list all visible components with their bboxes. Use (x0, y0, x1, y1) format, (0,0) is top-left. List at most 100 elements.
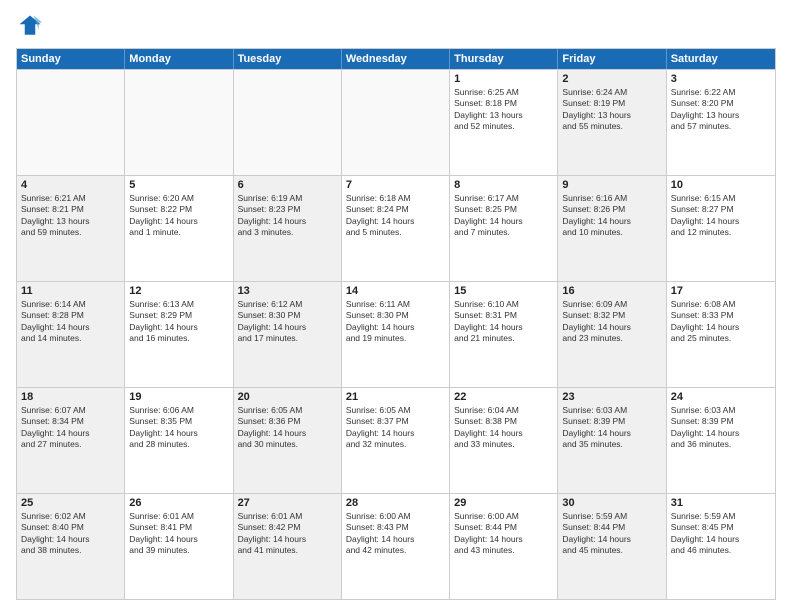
day-number: 9 (562, 179, 661, 191)
day-of-week-header: Friday (558, 49, 666, 69)
day-detail: Sunrise: 6:04 AM Sunset: 8:38 PM Dayligh… (454, 405, 553, 451)
day-number: 8 (454, 179, 553, 191)
day-detail: Sunrise: 6:15 AM Sunset: 8:27 PM Dayligh… (671, 193, 771, 239)
day-cell: 27Sunrise: 6:01 AM Sunset: 8:42 PM Dayli… (234, 494, 342, 599)
day-detail: Sunrise: 6:14 AM Sunset: 8:28 PM Dayligh… (21, 299, 120, 345)
day-detail: Sunrise: 6:09 AM Sunset: 8:32 PM Dayligh… (562, 299, 661, 345)
day-cell: 19 Sunrise: 6:06 AM Sunset: 8:35 PM Dayli… (125, 388, 233, 493)
day-cell: 14 Sunrise: 6:11 AM Sunset: 8:30 PM Dayli… (342, 282, 450, 387)
day-number: 29 (454, 497, 553, 509)
logo (16, 12, 46, 40)
day-detail: Sunrise: 6:25 AM Sunset: 8:18 PM Dayligh… (454, 87, 553, 133)
day-of-week-header: Saturday (667, 49, 775, 69)
day-detail: Sunrise: 6:00 AM Sunset: 8:43 PM Dayligh… (346, 511, 445, 557)
day-detail: Sunrise: 6:19 AM Sunset: 8:23 PM Dayligh… (238, 193, 337, 239)
day-number: 26 (129, 497, 228, 509)
day-cell: 24Sunrise: 6:03 AM Sunset: 8:39 PM Dayli… (667, 388, 775, 493)
day-detail: Sunrise: 6:03 AM Sunset: 8:39 PM Dayligh… (671, 405, 771, 451)
day-detail: Sunrise: 6:21 AM Sunset: 8:21 PM Dayligh… (21, 193, 120, 239)
calendar-row: 1 Sunrise: 6:25 AM Sunset: 8:18 PM Daylig… (17, 69, 775, 175)
day-detail: Sunrise: 6:10 AM Sunset: 8:31 PM Dayligh… (454, 299, 553, 345)
day-cell: 22 Sunrise: 6:04 AM Sunset: 8:38 PM Dayli… (450, 388, 558, 493)
day-cell: 11 Sunrise: 6:14 AM Sunset: 8:28 PM Dayli… (17, 282, 125, 387)
day-cell: 2 Sunrise: 6:24 AM Sunset: 8:19 PM Daylig… (558, 70, 666, 175)
logo-icon (16, 12, 44, 40)
day-number: 23 (562, 391, 661, 403)
day-detail: Sunrise: 6:01 AM Sunset: 8:41 PM Dayligh… (129, 511, 228, 557)
day-cell: 9 Sunrise: 6:16 AM Sunset: 8:26 PM Daylig… (558, 176, 666, 281)
day-cell: 18Sunrise: 6:07 AM Sunset: 8:34 PM Dayli… (17, 388, 125, 493)
calendar-header: SundayMondayTuesdayWednesdayThursdayFrid… (17, 49, 775, 69)
day-detail: Sunrise: 6:20 AM Sunset: 8:22 PM Dayligh… (129, 193, 228, 239)
day-number: 31 (671, 497, 771, 509)
day-cell: 5 Sunrise: 6:20 AM Sunset: 8:22 PM Daylig… (125, 176, 233, 281)
day-number: 30 (562, 497, 661, 509)
page: SundayMondayTuesdayWednesdayThursdayFrid… (0, 0, 792, 612)
day-detail: Sunrise: 6:08 AM Sunset: 8:33 PM Dayligh… (671, 299, 771, 345)
day-of-week-header: Wednesday (342, 49, 450, 69)
day-detail: Sunrise: 6:16 AM Sunset: 8:26 PM Dayligh… (562, 193, 661, 239)
day-cell: 20 Sunrise: 6:05 AM Sunset: 8:36 PM Dayli… (234, 388, 342, 493)
day-of-week-header: Thursday (450, 49, 558, 69)
day-number: 7 (346, 179, 445, 191)
day-of-week-header: Sunday (17, 49, 125, 69)
day-detail: Sunrise: 6:01 AM Sunset: 8:42 PM Dayligh… (238, 511, 337, 557)
day-cell: 31 Sunrise: 5:59 AM Sunset: 8:45 PM Dayli… (667, 494, 775, 599)
day-number: 12 (129, 285, 228, 297)
day-detail: Sunrise: 6:05 AM Sunset: 8:36 PM Dayligh… (238, 405, 337, 451)
calendar-row: 25 Sunrise: 6:02 AM Sunset: 8:40 PM Dayli… (17, 493, 775, 599)
day-cell: 28Sunrise: 6:00 AM Sunset: 8:43 PM Dayli… (342, 494, 450, 599)
day-detail: Sunrise: 6:06 AM Sunset: 8:35 PM Dayligh… (129, 405, 228, 451)
day-number: 6 (238, 179, 337, 191)
day-number: 1 (454, 73, 553, 85)
day-cell: 10 Sunrise: 6:15 AM Sunset: 8:27 PM Dayli… (667, 176, 775, 281)
empty-cell (342, 70, 450, 175)
day-cell: 23 Sunrise: 6:03 AM Sunset: 8:39 PM Dayli… (558, 388, 666, 493)
day-number: 14 (346, 285, 445, 297)
day-number: 5 (129, 179, 228, 191)
day-number: 25 (21, 497, 120, 509)
day-cell: 1 Sunrise: 6:25 AM Sunset: 8:18 PM Daylig… (450, 70, 558, 175)
day-detail: Sunrise: 6:02 AM Sunset: 8:40 PM Dayligh… (21, 511, 120, 557)
day-detail: Sunrise: 5:59 AM Sunset: 8:44 PM Dayligh… (562, 511, 661, 557)
empty-cell (234, 70, 342, 175)
day-number: 13 (238, 285, 337, 297)
day-detail: Sunrise: 6:11 AM Sunset: 8:30 PM Dayligh… (346, 299, 445, 345)
day-detail: Sunrise: 6:18 AM Sunset: 8:24 PM Dayligh… (346, 193, 445, 239)
calendar-body: 1 Sunrise: 6:25 AM Sunset: 8:18 PM Daylig… (17, 69, 775, 599)
day-detail: Sunrise: 6:03 AM Sunset: 8:39 PM Dayligh… (562, 405, 661, 451)
day-detail: Sunrise: 6:00 AM Sunset: 8:44 PM Dayligh… (454, 511, 553, 557)
day-cell: 29 Sunrise: 6:00 AM Sunset: 8:44 PM Dayli… (450, 494, 558, 599)
day-detail: Sunrise: 5:59 AM Sunset: 8:45 PM Dayligh… (671, 511, 771, 557)
day-detail: Sunrise: 6:22 AM Sunset: 8:20 PM Dayligh… (671, 87, 771, 133)
day-cell: 7 Sunrise: 6:18 AM Sunset: 8:24 PM Daylig… (342, 176, 450, 281)
day-number: 22 (454, 391, 553, 403)
calendar-row: 18Sunrise: 6:07 AM Sunset: 8:34 PM Dayli… (17, 387, 775, 493)
empty-cell (17, 70, 125, 175)
day-number: 19 (129, 391, 228, 403)
day-number: 18 (21, 391, 120, 403)
day-number: 11 (21, 285, 120, 297)
day-of-week-header: Tuesday (234, 49, 342, 69)
empty-cell (125, 70, 233, 175)
day-of-week-header: Monday (125, 49, 233, 69)
day-cell: 15 Sunrise: 6:10 AM Sunset: 8:31 PM Dayli… (450, 282, 558, 387)
day-detail: Sunrise: 6:24 AM Sunset: 8:19 PM Dayligh… (562, 87, 661, 133)
day-cell: 4 Sunrise: 6:21 AM Sunset: 8:21 PM Daylig… (17, 176, 125, 281)
day-number: 20 (238, 391, 337, 403)
day-number: 2 (562, 73, 661, 85)
day-cell: 30 Sunrise: 5:59 AM Sunset: 8:44 PM Dayli… (558, 494, 666, 599)
day-cell: 26 Sunrise: 6:01 AM Sunset: 8:41 PM Dayli… (125, 494, 233, 599)
day-cell: 21Sunrise: 6:05 AM Sunset: 8:37 PM Dayli… (342, 388, 450, 493)
day-detail: Sunrise: 6:17 AM Sunset: 8:25 PM Dayligh… (454, 193, 553, 239)
day-number: 15 (454, 285, 553, 297)
day-cell: 6 Sunrise: 6:19 AM Sunset: 8:23 PM Daylig… (234, 176, 342, 281)
day-cell: 8 Sunrise: 6:17 AM Sunset: 8:25 PM Daylig… (450, 176, 558, 281)
day-detail: Sunrise: 6:13 AM Sunset: 8:29 PM Dayligh… (129, 299, 228, 345)
day-number: 4 (21, 179, 120, 191)
day-number: 10 (671, 179, 771, 191)
header (16, 12, 776, 40)
day-cell: 13Sunrise: 6:12 AM Sunset: 8:30 PM Dayli… (234, 282, 342, 387)
day-number: 16 (562, 285, 661, 297)
calendar-row: 11 Sunrise: 6:14 AM Sunset: 8:28 PM Dayli… (17, 281, 775, 387)
